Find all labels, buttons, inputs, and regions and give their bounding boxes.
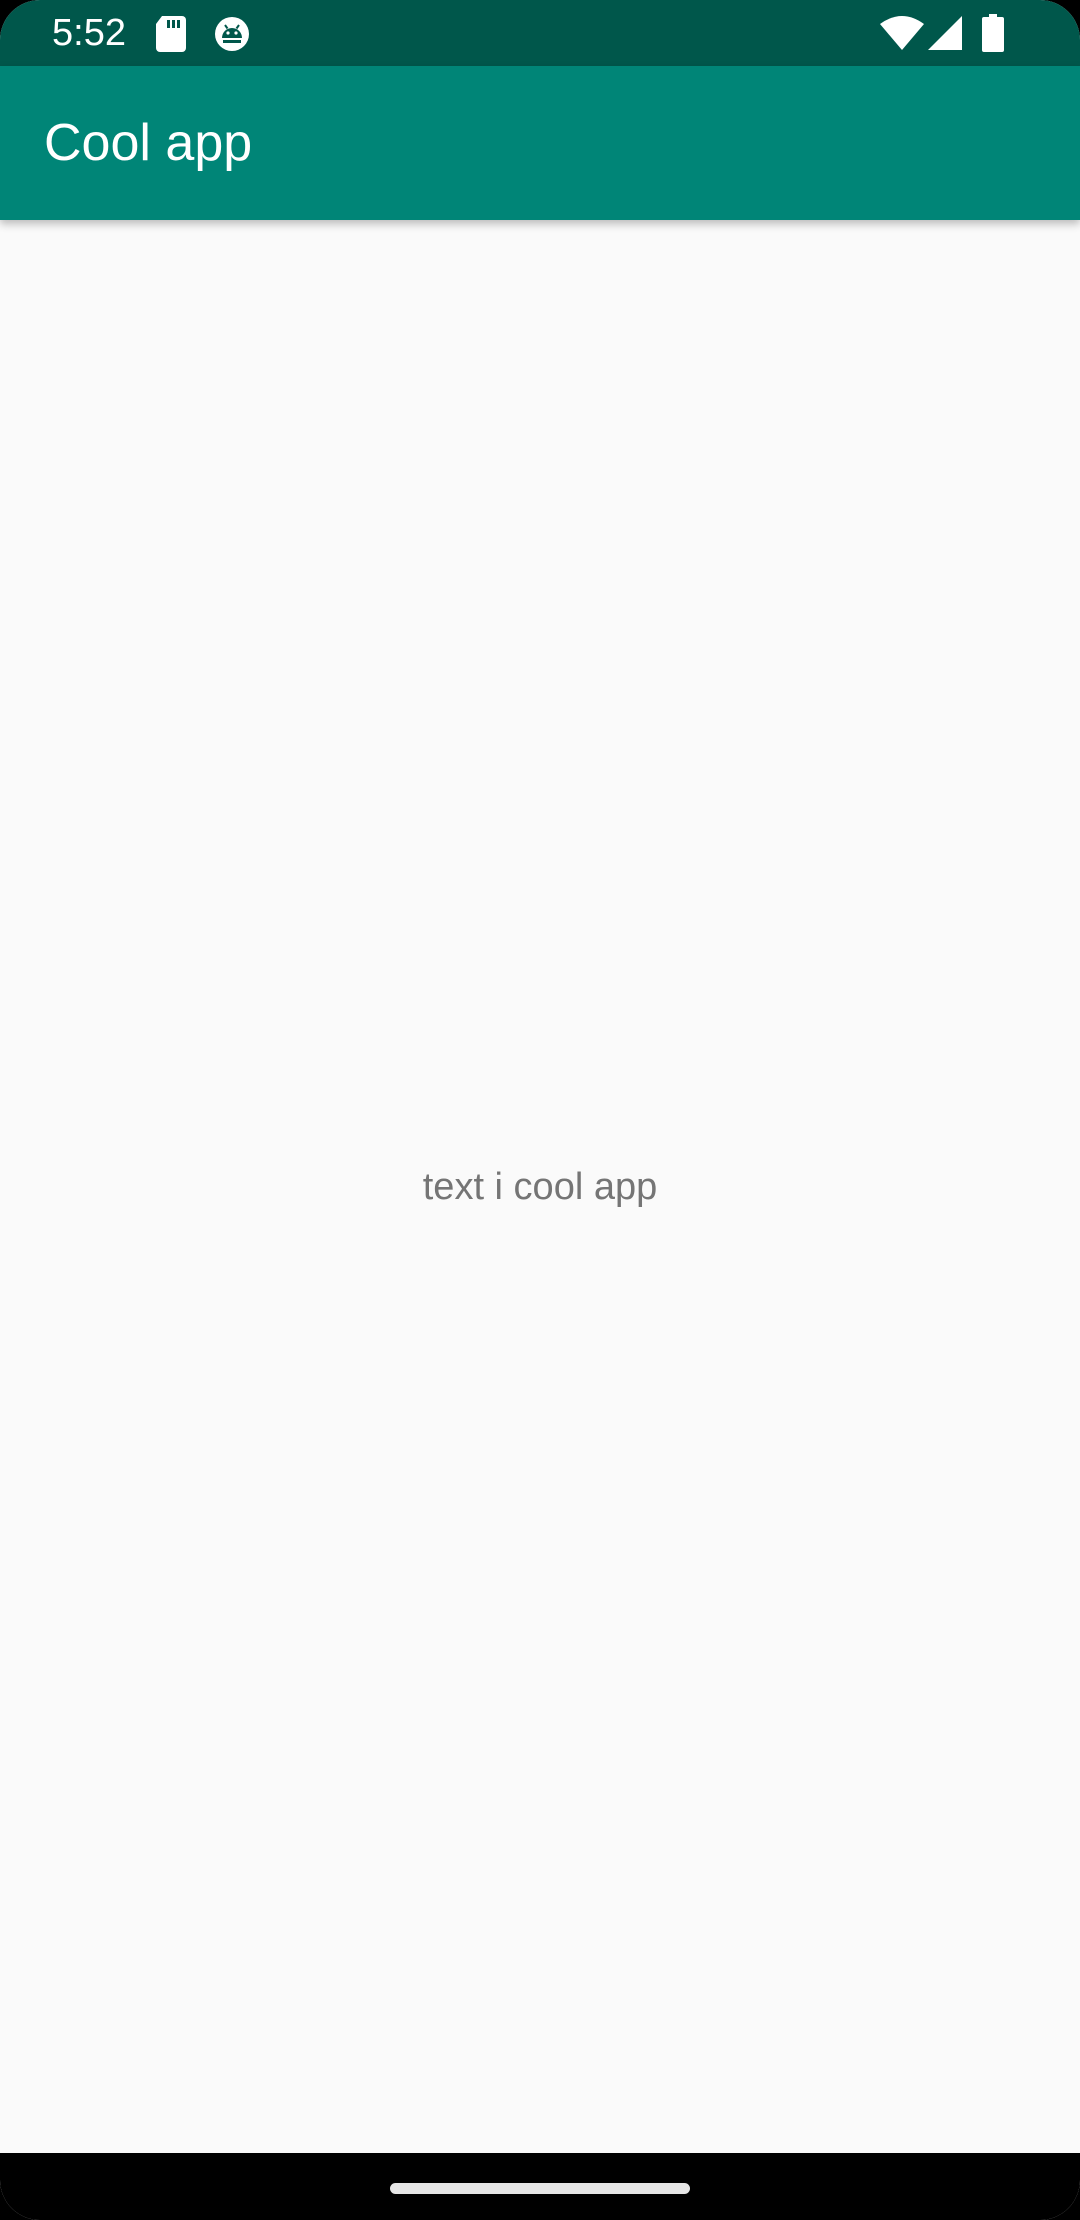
battery-icon — [982, 14, 1004, 52]
phone-screen: 5:52 Cool app text i cool app — [0, 0, 1080, 2220]
main-text: text i cool app — [422, 1166, 658, 1208]
main-content: text i cool app — [0, 220, 1080, 2153]
status-bar: 5:52 — [0, 0, 1080, 66]
app-bar: Cool app — [0, 66, 1080, 220]
wifi-icon — [880, 16, 924, 50]
status-time: 5:52 — [52, 12, 126, 54]
app-title: Cool app — [44, 114, 253, 172]
android-debug-icon — [215, 17, 249, 51]
home-gesture-handle[interactable] — [390, 2183, 690, 2194]
sd-card-icon — [156, 16, 186, 52]
navigation-bar — [0, 2153, 1080, 2220]
cellular-signal-icon — [928, 16, 962, 50]
